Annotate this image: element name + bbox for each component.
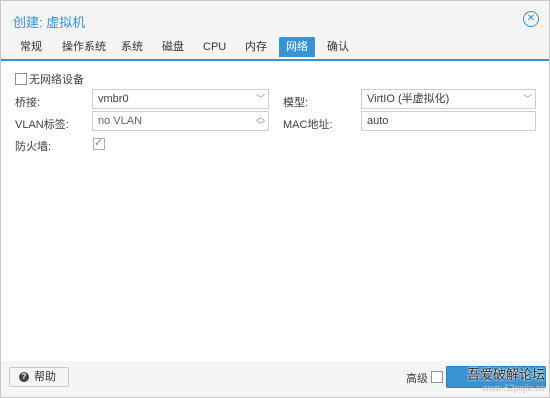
tab-memory[interactable]: 内存 — [238, 37, 274, 57]
chevron-down-icon[interactable]: ﹀ — [523, 90, 532, 108]
help-button-label: 帮助 — [34, 371, 56, 383]
network-panel: 无网络设备 桥接: vmbr0 ﹀ VLAN标签: no VLAN ︿ ﹀ 防火墙… — [1, 61, 549, 361]
help-button[interactable]: ? 帮助 — [9, 367, 69, 387]
bridge-select[interactable]: vmbr0 ﹀ — [92, 89, 269, 109]
spinner-icon[interactable]: ︿ ﹀ — [256, 113, 265, 130]
question-icon: ? — [19, 372, 29, 382]
watermark: 吾爱破解论坛 www.52pojie.cn — [467, 364, 545, 393]
firewall-label: 防火墙: — [15, 141, 52, 153]
vlan-label: VLAN标签: — [15, 119, 69, 131]
chevron-down-icon[interactable]: ﹀ — [256, 90, 265, 108]
mac-address-field[interactable]: auto — [361, 111, 536, 131]
bridge-value: vmbr0 — [98, 93, 129, 105]
bridge-label: 桥接: — [15, 97, 41, 109]
tab-cpu[interactable]: CPU — [196, 37, 233, 57]
watermark-url: www.52pojie.cn — [482, 383, 545, 393]
advanced-label: 高级 — [406, 373, 428, 385]
wizard-tab-bar: 常规 操作系统 系统 磁盘 CPU 内存 网络 确认 — [1, 35, 549, 61]
tab-confirm[interactable]: 确认 — [320, 37, 356, 57]
dialog-titlebar: 创建: 虚拟机 ✕ — [1, 1, 549, 35]
mac-label: MAC地址: — [283, 119, 333, 131]
watermark-text: 吾爱破解论坛 — [466, 367, 545, 382]
tab-disk[interactable]: 磁盘 — [155, 37, 191, 57]
tab-system[interactable]: 系统 — [114, 37, 150, 57]
tab-network[interactable]: 网络 — [279, 37, 315, 57]
vlan-tag-field[interactable]: no VLAN ︿ ﹀ — [92, 111, 269, 131]
model-select[interactable]: VirtIO (半虚拟化) ﹀ — [361, 89, 536, 109]
create-vm-dialog: 创建: 虚拟机 ✕ 常规 操作系统 系统 磁盘 CPU 内存 网络 确认 无网络… — [0, 0, 550, 398]
firewall-checkbox[interactable] — [93, 136, 105, 150]
tab-os[interactable]: 操作系统 — [55, 37, 113, 57]
advanced-checkbox[interactable] — [431, 371, 443, 383]
model-value: VirtIO (半虚拟化) — [367, 93, 450, 105]
tab-general[interactable]: 常规 — [13, 37, 49, 57]
vlan-value: no VLAN — [98, 115, 143, 127]
dialog-title: 创建: 虚拟机 — [13, 15, 86, 30]
no-network-checkbox[interactable] — [15, 73, 27, 85]
no-network-label: 无网络设备 — [29, 74, 84, 86]
close-icon[interactable]: ✕ — [523, 11, 539, 27]
mac-value: auto — [367, 115, 389, 127]
model-label: 模型: — [283, 97, 309, 109]
